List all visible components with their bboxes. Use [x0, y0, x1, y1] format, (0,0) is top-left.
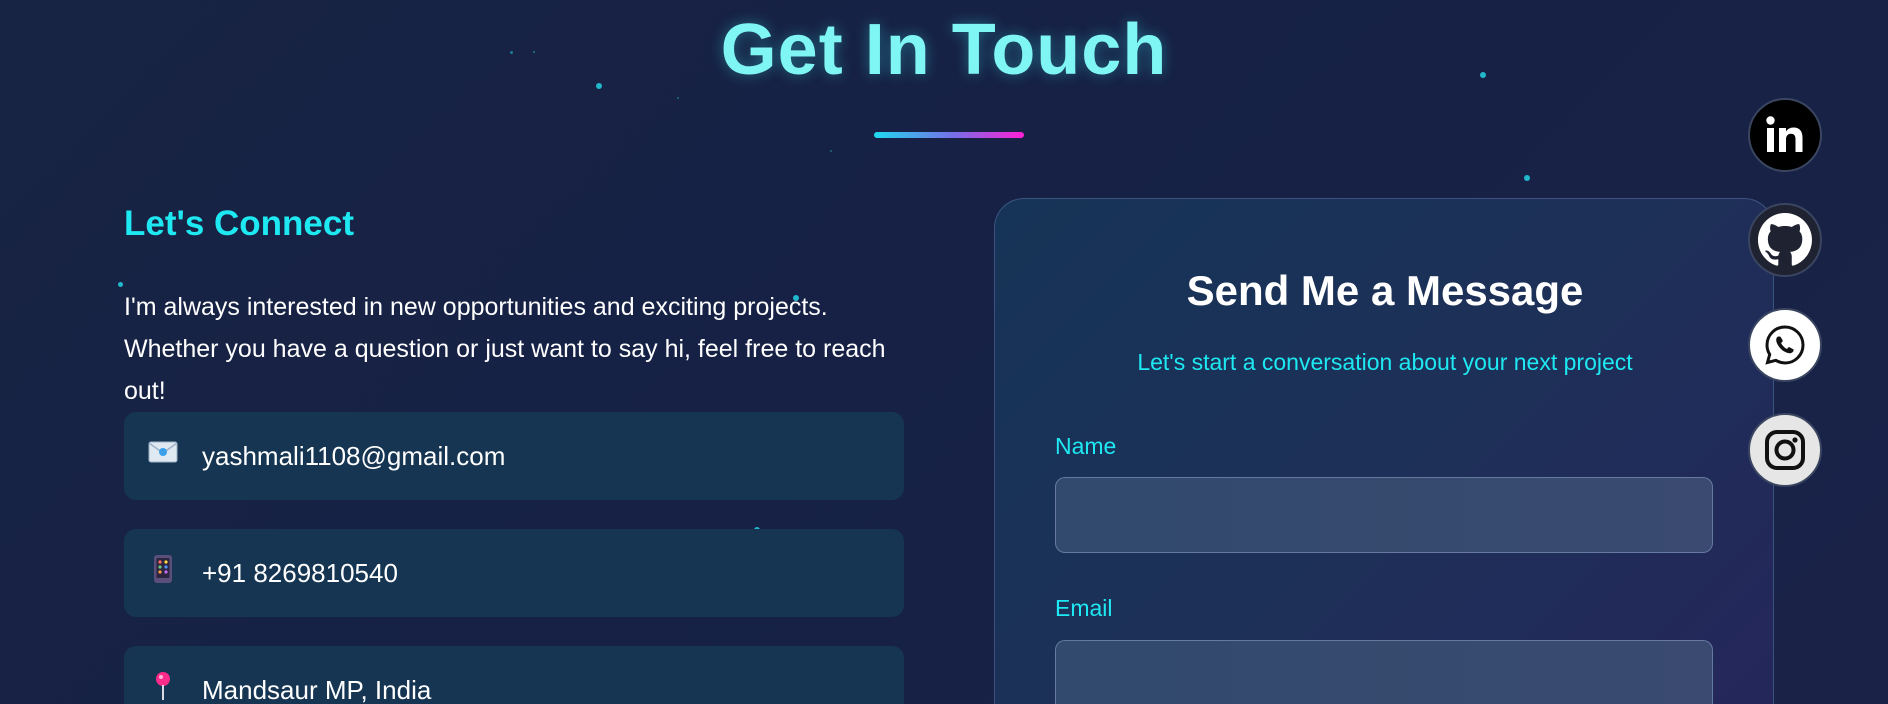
- phone-text[interactable]: +91 8269810540: [202, 558, 398, 589]
- linkedin-button[interactable]: [1748, 98, 1822, 172]
- github-button[interactable]: [1748, 203, 1822, 277]
- location-pin-icon: [148, 671, 178, 704]
- instagram-button[interactable]: [1748, 413, 1822, 487]
- particle-dot: [830, 150, 832, 152]
- email-label: Email: [1055, 595, 1113, 621]
- email-icon: [148, 441, 178, 471]
- whatsapp-button[interactable]: [1748, 308, 1822, 382]
- page-title: Get In Touch: [720, 10, 1168, 90]
- github-icon: [1758, 213, 1812, 266]
- name-label: Name: [1055, 433, 1117, 459]
- location-text: Mandsaur MP, India: [202, 674, 432, 704]
- location-card[interactable]: Mandsaur MP, India: [124, 646, 904, 704]
- particle-dot: [118, 282, 123, 287]
- whatsapp-icon: [1765, 325, 1805, 365]
- email-input[interactable]: [1055, 640, 1713, 704]
- particle-dot: [1524, 175, 1530, 181]
- title-underline: [874, 132, 1024, 138]
- phone-card[interactable]: +91 8269810540: [124, 529, 904, 617]
- name-input[interactable]: [1055, 477, 1713, 553]
- connect-description: I'm always interested in new opportuniti…: [124, 293, 886, 405]
- particle-dot: [677, 97, 679, 99]
- instagram-icon: [1765, 430, 1805, 470]
- form-subtitle: Let's start a conversation about your ne…: [1137, 349, 1633, 375]
- connect-heading: Let's Connect: [124, 204, 355, 243]
- contact-form-card: Send Me a Message Let's start a conversa…: [994, 198, 1774, 704]
- email-card[interactable]: yashmali1108@gmail.com: [124, 412, 904, 500]
- email-text[interactable]: yashmali1108@gmail.com: [202, 441, 505, 472]
- linkedin-icon: [1766, 116, 1803, 152]
- phone-icon: [148, 554, 178, 592]
- form-title: Send Me a Message: [1186, 267, 1584, 314]
